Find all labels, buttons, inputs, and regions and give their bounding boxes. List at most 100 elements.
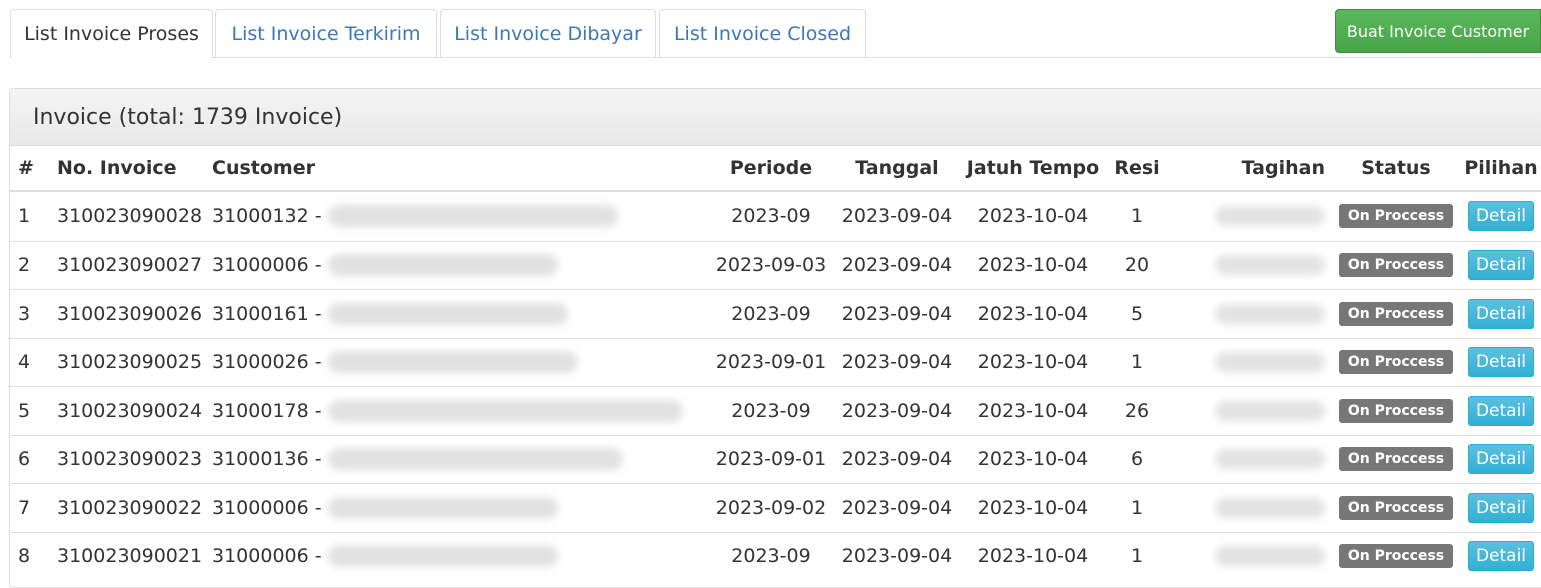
jatuh-tempo: 2023-10-04 — [977, 351, 1089, 374]
col-periode: Periode — [729, 157, 813, 179]
jatuh-tempo: 2023-10-04 — [977, 448, 1089, 471]
action-cell: Detail — [1462, 242, 1540, 290]
tab-invoice-dibayar[interactable]: List Invoice Dibayar — [440, 9, 656, 57]
detail-button[interactable]: Detail — [1467, 492, 1535, 523]
status-badge: On Proccess — [1338, 447, 1454, 472]
redacted-amount — [1215, 352, 1325, 373]
customer-cell: 31000026 - — [212, 339, 578, 387]
customer-cell: 31000161 - — [212, 290, 568, 338]
redacted-customer-name — [327, 448, 623, 471]
status-badge: On Proccess — [1338, 350, 1454, 375]
status-cell: On Proccess — [1335, 290, 1457, 338]
jatuh-tempo: 2023-10-04 — [977, 254, 1089, 277]
periode: 2023-09-01 — [715, 351, 827, 374]
customer-code: 31000006 - — [212, 496, 322, 519]
customer-cell: 31000006 - — [212, 533, 558, 581]
tagihan-cell — [1180, 192, 1325, 241]
status-badge: On Proccess — [1338, 301, 1454, 326]
row-number: 4 — [18, 351, 31, 374]
customer-code: 31000136 - — [212, 448, 322, 471]
redacted-customer-name — [327, 545, 558, 568]
tagihan-cell — [1180, 387, 1325, 435]
row-number: 1 — [18, 205, 31, 228]
create-invoice-button[interactable]: Buat Invoice Customer — [1335, 9, 1541, 53]
periode: 2023-09 — [731, 205, 811, 228]
tanggal: 2023-09-04 — [841, 399, 953, 422]
jatuh-tempo: 2023-10-04 — [977, 496, 1089, 519]
col-status: Status — [1361, 157, 1431, 179]
tab-invoice-terkirim[interactable]: List Invoice Terkirim — [215, 9, 437, 57]
tab-invoice-closed[interactable]: List Invoice Closed — [659, 9, 866, 57]
table-row: 2 310023090027 31000006 - 2023-09-03 2023-09… — [10, 240, 1541, 290]
redacted-customer-name — [327, 254, 558, 277]
detail-button[interactable]: Detail — [1467, 298, 1535, 329]
customer-cell: 31000132 - — [212, 192, 618, 241]
table-row: 7 310023090022 31000006 - 2023-09-02 2023-09… — [10, 483, 1541, 532]
resi-count: 1 — [1130, 351, 1144, 374]
invoice-number: 310023090025 — [57, 351, 203, 374]
redacted-customer-name — [327, 351, 578, 374]
tagihan-cell — [1180, 290, 1325, 338]
detail-button[interactable]: Detail — [1467, 347, 1535, 378]
invoice-number: 310023090028 — [57, 205, 203, 228]
table-header: # No. Invoice Customer Periode Tanggal J… — [10, 146, 1541, 192]
invoice-number: 310023090022 — [57, 496, 203, 519]
panel-title: Invoice (total: 1739 Invoice) — [10, 89, 1541, 146]
status-badge: On Proccess — [1338, 495, 1454, 520]
redacted-customer-name — [327, 302, 568, 325]
detail-button[interactable]: Detail — [1467, 541, 1535, 572]
periode: 2023-09-02 — [715, 496, 827, 519]
row-number: 6 — [18, 448, 31, 471]
detail-button[interactable]: Detail — [1467, 444, 1535, 475]
redacted-customer-name — [327, 496, 558, 519]
jatuh-tempo: 2023-10-04 — [977, 545, 1089, 568]
invoice-number: 310023090021 — [57, 545, 203, 568]
status-badge: On Proccess — [1338, 398, 1454, 423]
tanggal: 2023-09-04 — [841, 302, 953, 325]
col-customer: Customer — [212, 157, 315, 179]
detail-button[interactable]: Detail — [1467, 395, 1535, 426]
jatuh-tempo: 2023-10-04 — [977, 399, 1089, 422]
status-cell: On Proccess — [1335, 192, 1457, 241]
col-number: # — [18, 157, 34, 179]
detail-button[interactable]: Detail — [1467, 250, 1535, 281]
jatuh-tempo: 2023-10-04 — [977, 205, 1089, 228]
row-number: 3 — [18, 302, 31, 325]
tagihan-cell — [1180, 484, 1325, 532]
invoice-number: 310023090023 — [57, 448, 203, 471]
action-cell: Detail — [1462, 484, 1540, 532]
periode: 2023-09-01 — [715, 448, 827, 471]
status-badge: On Proccess — [1338, 204, 1454, 229]
detail-button[interactable]: Detail — [1467, 201, 1535, 232]
customer-code: 31000006 - — [212, 254, 322, 277]
resi-count: 6 — [1130, 448, 1144, 471]
redacted-amount — [1215, 303, 1325, 324]
row-number: 2 — [18, 254, 31, 277]
periode: 2023-09 — [731, 399, 811, 422]
customer-code: 31000161 - — [212, 302, 322, 325]
redacted-amount — [1215, 400, 1325, 421]
customer-code: 31000178 - — [212, 399, 322, 422]
status-cell: On Proccess — [1335, 339, 1457, 387]
tanggal: 2023-09-04 — [841, 205, 953, 228]
status-badge: On Proccess — [1338, 253, 1454, 278]
table-row: 6 310023090023 31000136 - 2023-09-01 2023-09… — [10, 434, 1541, 484]
tagihan-cell — [1180, 242, 1325, 290]
resi-count: 20 — [1124, 254, 1150, 277]
col-jatuh-tempo: Jatuh Tempo — [966, 157, 1100, 179]
resi-count: 1 — [1130, 496, 1144, 519]
periode: 2023-09 — [731, 545, 811, 568]
status-badge: On Proccess — [1338, 544, 1454, 569]
redacted-amount — [1215, 255, 1325, 276]
redacted-amount — [1215, 497, 1325, 518]
action-cell: Detail — [1462, 436, 1540, 484]
invoice-number: 310023090027 — [57, 254, 203, 277]
customer-code: 31000132 - — [212, 205, 322, 228]
tanggal: 2023-09-04 — [841, 448, 953, 471]
jatuh-tempo: 2023-10-04 — [977, 302, 1089, 325]
invoice-number: 310023090026 — [57, 302, 203, 325]
tab-invoice-proses[interactable]: List Invoice Proses — [10, 9, 213, 58]
row-number: 7 — [18, 496, 31, 519]
action-cell: Detail — [1462, 387, 1540, 435]
redacted-amount — [1215, 546, 1325, 567]
